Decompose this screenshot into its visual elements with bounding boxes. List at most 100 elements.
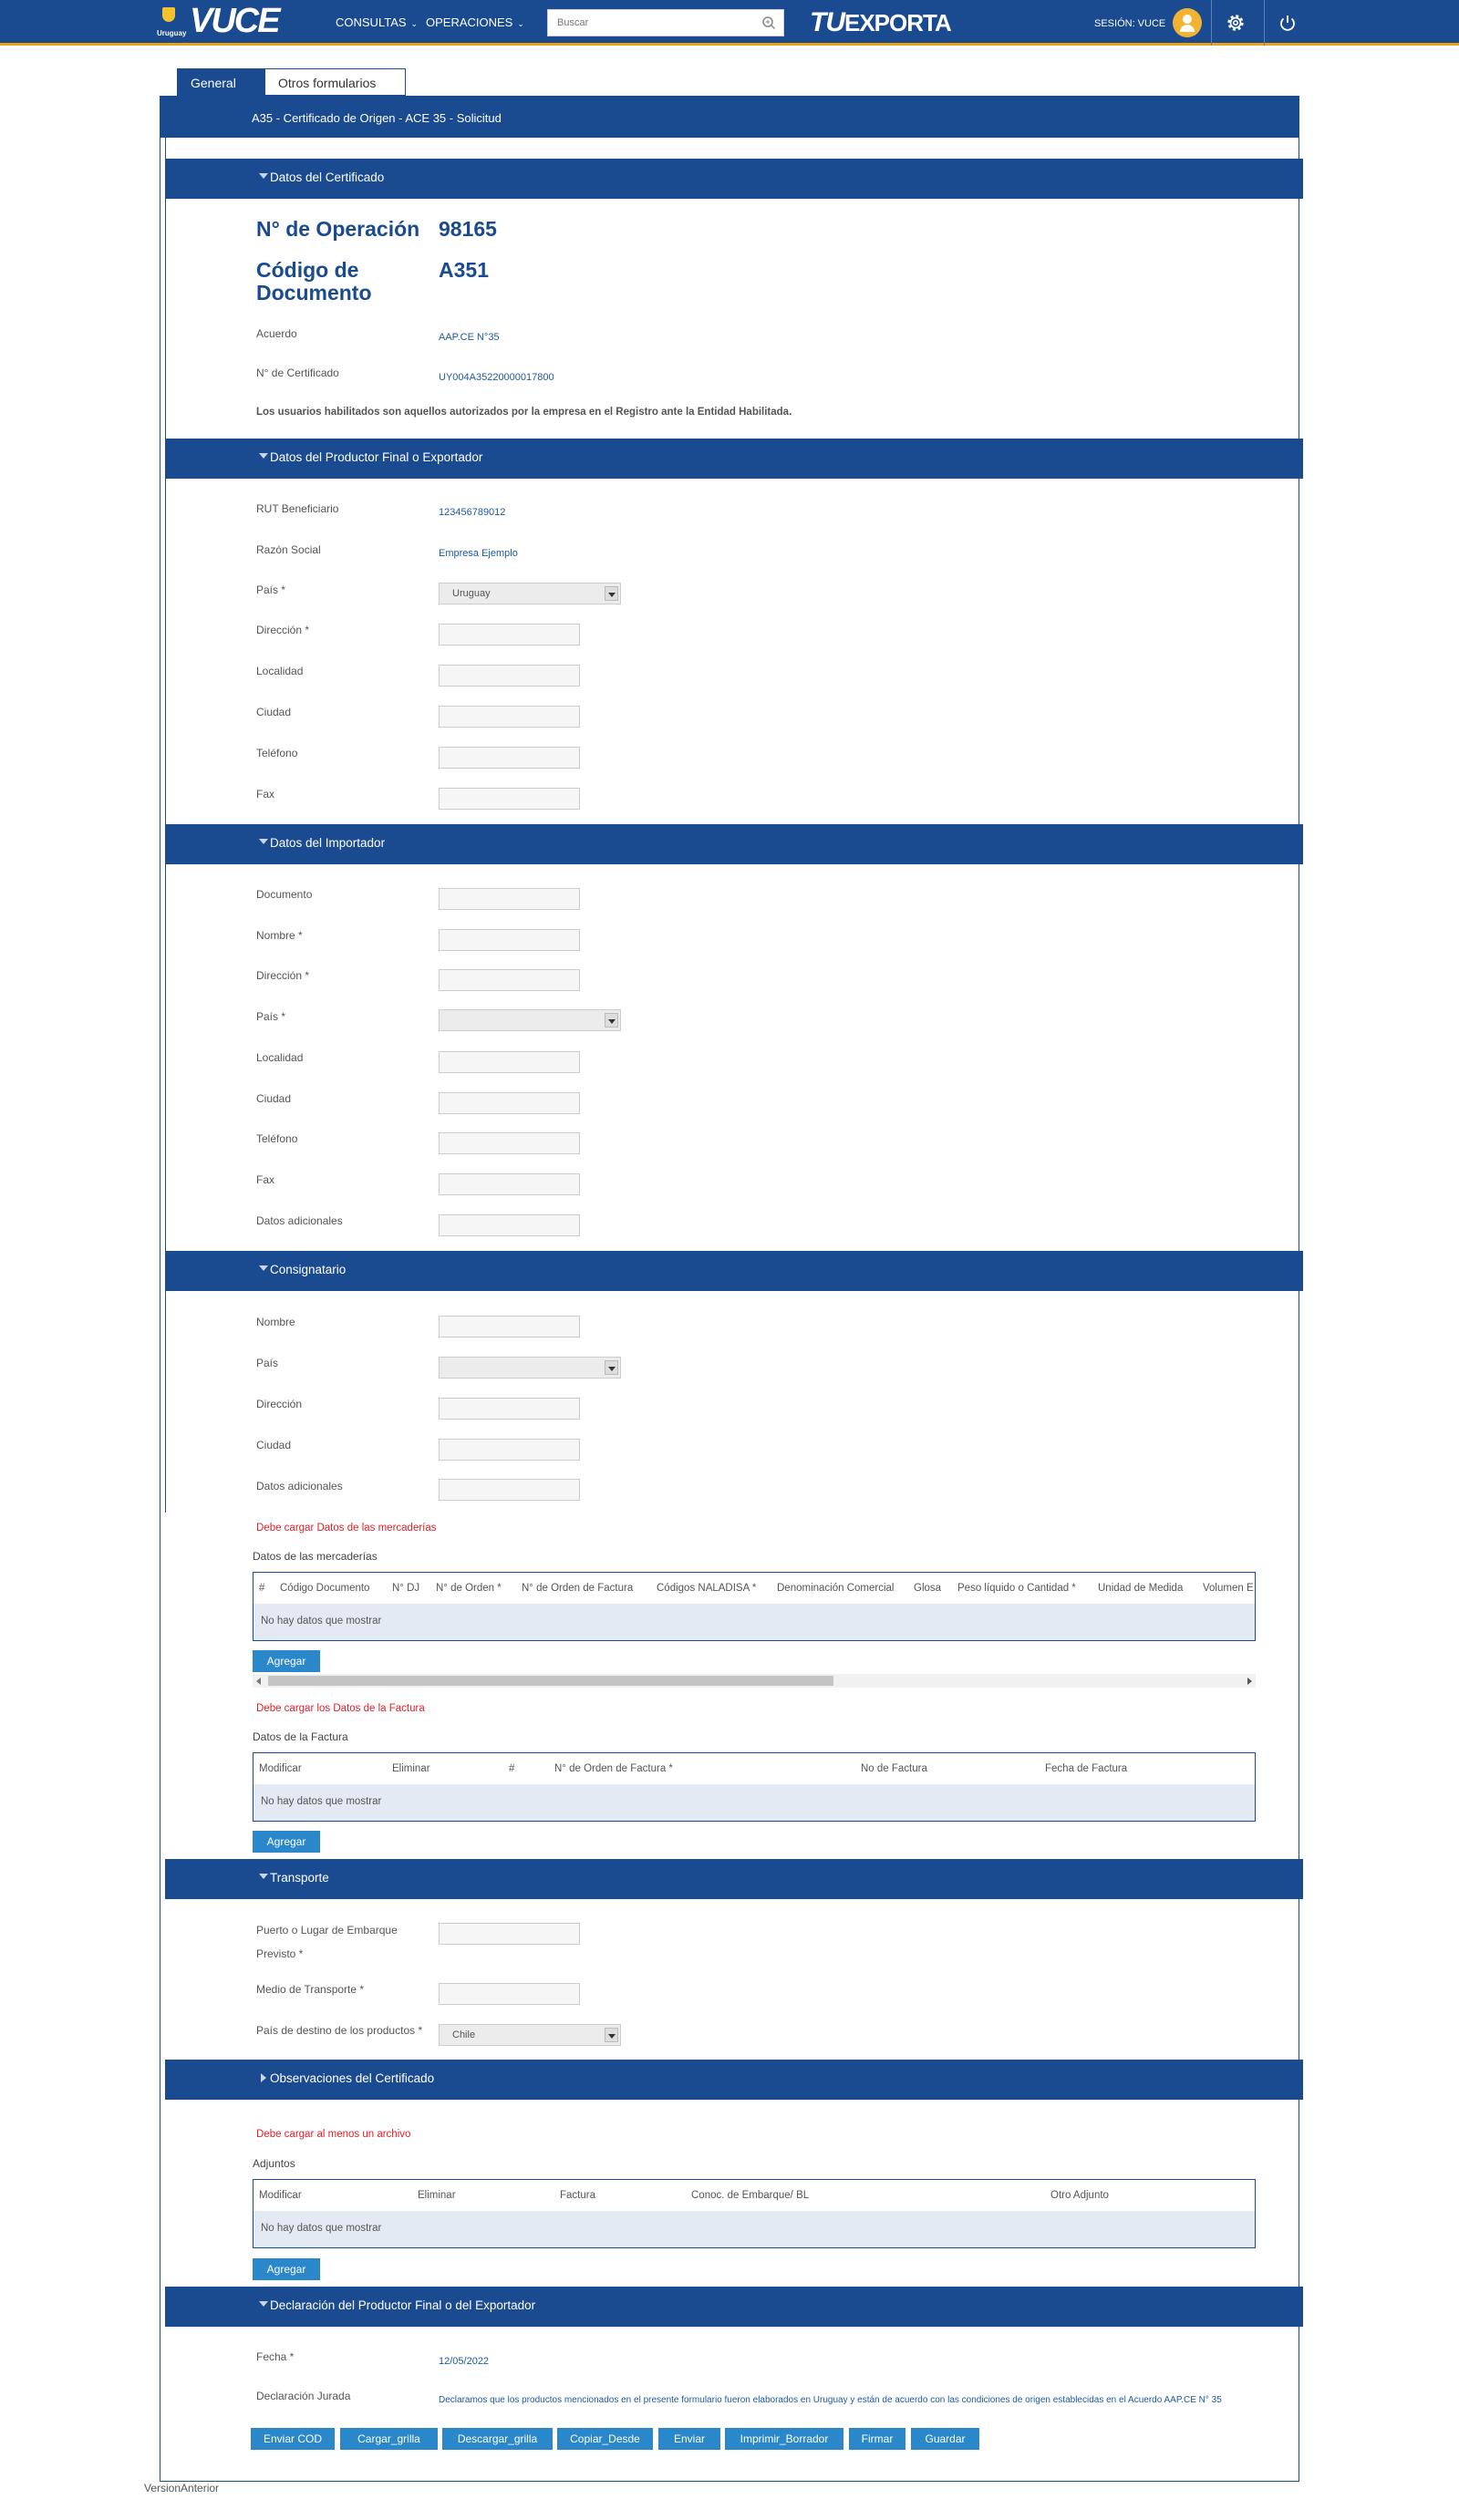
column-header[interactable]: Conoc. de Embarque/ BL <box>691 2190 809 2201</box>
nombre-field[interactable] <box>439 1316 580 1337</box>
declaracion-jurada-value: Declaramos que los productos mencionados… <box>439 2395 1222 2405</box>
pais-select[interactable] <box>439 1009 621 1031</box>
column-header[interactable]: Peso líquido o Cantidad * <box>957 1583 1076 1594</box>
datos-adicionales-field[interactable] <box>439 1214 580 1236</box>
arrow-left-icon[interactable] <box>256 1678 261 1685</box>
search-icon[interactable] <box>761 15 776 30</box>
descargar-grilla-button[interactable]: Descargar_grilla <box>442 2428 553 2450</box>
section-title: Datos del Importador <box>270 836 386 850</box>
gear-icon[interactable] <box>1224 11 1247 35</box>
direccion-field[interactable] <box>439 624 580 645</box>
fax-field[interactable] <box>439 1173 580 1195</box>
telefono-label: Teléfono <box>256 747 298 759</box>
pais-select[interactable]: Uruguay <box>439 583 621 604</box>
pais-select-value: Uruguay <box>452 588 491 599</box>
nav-consultas[interactable]: CONSULTAS ⌄ <box>336 15 418 29</box>
caret-down-icon <box>259 839 268 844</box>
nav-operaciones[interactable]: OPERACIONES ⌄ <box>426 15 524 29</box>
nombre-label: Nombre * <box>256 929 303 942</box>
declaracion-jurada-label: Declaración Jurada <box>256 2390 351 2402</box>
medio-transporte-field[interactable] <box>439 1983 580 2005</box>
section-observaciones[interactable]: Observaciones del Certificado <box>165 2060 1303 2100</box>
adjuntos-error: Debe cargar al menos un archivo <box>256 2129 411 2140</box>
add-adjunto-button[interactable]: Agregar <box>253 2258 320 2280</box>
ciudad-field[interactable] <box>439 706 580 728</box>
cargar-grilla-button[interactable]: Cargar_grilla <box>340 2428 438 2450</box>
section-title: Transporte <box>270 1871 329 1885</box>
copiar-desde-button[interactable]: Copiar_Desde <box>557 2428 653 2450</box>
exporta-text: EXPORTA <box>844 9 952 36</box>
pais-select[interactable] <box>439 1357 621 1379</box>
uruguay-shield-icon <box>162 7 175 22</box>
fax-field[interactable] <box>439 788 580 810</box>
enviar-button[interactable]: Enviar <box>658 2428 720 2450</box>
arrow-right-icon[interactable] <box>1247 1678 1252 1685</box>
nombre-label: Nombre <box>256 1316 295 1328</box>
telefono-field[interactable] <box>439 747 580 769</box>
caret-down-icon <box>259 1874 268 1879</box>
section-transporte[interactable]: Transporte <box>165 1859 1303 1899</box>
documento-field[interactable] <box>439 888 580 910</box>
column-header[interactable]: # <box>259 1583 264 1594</box>
column-header[interactable]: Otro Adjunto <box>1050 2190 1109 2201</box>
section-productor-exportador[interactable]: Datos del Productor Final o Exportador <box>165 439 1303 479</box>
pais-destino-select[interactable]: Chile <box>439 2024 621 2046</box>
direccion-label: Dirección <box>256 1398 303 1410</box>
pais-destino-value: Chile <box>452 2029 476 2040</box>
chevron-down-icon <box>605 1360 618 1375</box>
section-datos-certificado[interactable]: Datos del Certificado <box>165 159 1303 199</box>
nav-operaciones-label: OPERACIONES <box>426 15 513 29</box>
add-factura-button[interactable]: Agregar <box>253 1831 320 1853</box>
document-code-label-2: Documento <box>256 281 372 305</box>
column-header[interactable]: N° de Orden * <box>436 1583 502 1594</box>
column-header[interactable]: Modificar <box>259 1763 302 1774</box>
column-header[interactable]: Glosa <box>914 1583 941 1594</box>
firmar-button[interactable]: Firmar <box>849 2428 905 2450</box>
column-header[interactable]: Códigos NALADISA * <box>657 1583 756 1594</box>
ciudad-field[interactable] <box>439 1092 580 1114</box>
section-consignatario[interactable]: Consignatario <box>165 1251 1303 1291</box>
guardar-button[interactable]: Guardar <box>911 2428 979 2450</box>
column-header[interactable]: N° de Orden de Factura <box>522 1583 633 1594</box>
column-header[interactable]: Eliminar <box>392 1763 430 1774</box>
tab-otros-formularios[interactable]: Otros formularios <box>264 68 406 96</box>
column-header[interactable]: Unidad de Medida <box>1098 1583 1183 1594</box>
grid-header: Modificar Eliminar Factura Conoc. de Emb… <box>254 2180 1255 2211</box>
column-header[interactable]: Modificar <box>259 2190 302 2201</box>
column-header[interactable]: No de Factura <box>861 1763 927 1774</box>
column-header[interactable]: Factura <box>560 2190 595 2201</box>
direccion-label: Dirección * <box>256 969 310 982</box>
column-header[interactable]: Denominación Comercial <box>777 1583 894 1594</box>
power-icon[interactable] <box>1276 11 1299 35</box>
tab-general[interactable]: General <box>177 68 264 96</box>
column-header[interactable]: Volumen E <box>1203 1583 1254 1594</box>
localidad-field[interactable] <box>439 665 580 687</box>
add-mercaderia-button[interactable]: Agregar <box>253 1650 320 1672</box>
tu-exporta-logo[interactable]: TUEXPORTA <box>810 7 952 38</box>
column-header[interactable]: # <box>509 1763 514 1774</box>
datos-adicionales-field[interactable] <box>439 1479 580 1501</box>
imprimir-borrador-button[interactable]: Imprimir_Borrador <box>725 2428 843 2450</box>
ciudad-field[interactable] <box>439 1439 580 1461</box>
puerto-field[interactable] <box>439 1923 580 1945</box>
horizontal-scrollbar[interactable] <box>253 1674 1256 1688</box>
scrollbar-thumb[interactable] <box>268 1676 833 1686</box>
enviar-cod-button[interactable]: Enviar COD <box>251 2428 335 2450</box>
direccion-field[interactable] <box>439 1398 580 1420</box>
avatar[interactable] <box>1173 8 1202 37</box>
search-input[interactable] <box>548 10 749 36</box>
acuerdo-value: AAP.CE N°35 <box>439 332 500 343</box>
column-header[interactable]: Eliminar <box>418 2190 456 2201</box>
section-declaracion[interactable]: Declaración del Productor Final o del Ex… <box>165 2287 1303 2327</box>
vuce-logo[interactable]: Uruguay VUCE <box>157 2 303 40</box>
column-header[interactable]: Código Documento <box>280 1583 369 1594</box>
column-header[interactable]: Fecha de Factura <box>1045 1763 1127 1774</box>
localidad-field[interactable] <box>439 1051 580 1073</box>
nombre-field[interactable] <box>439 929 580 951</box>
direccion-field[interactable] <box>439 969 580 991</box>
section-importador[interactable]: Datos del Importador <box>165 824 1303 864</box>
version-anterior-link[interactable]: VersionAnterior <box>144 2482 219 2494</box>
column-header[interactable]: N° DJ <box>392 1583 419 1594</box>
telefono-field[interactable] <box>439 1132 580 1154</box>
column-header[interactable]: N° de Orden de Factura * <box>554 1763 673 1774</box>
